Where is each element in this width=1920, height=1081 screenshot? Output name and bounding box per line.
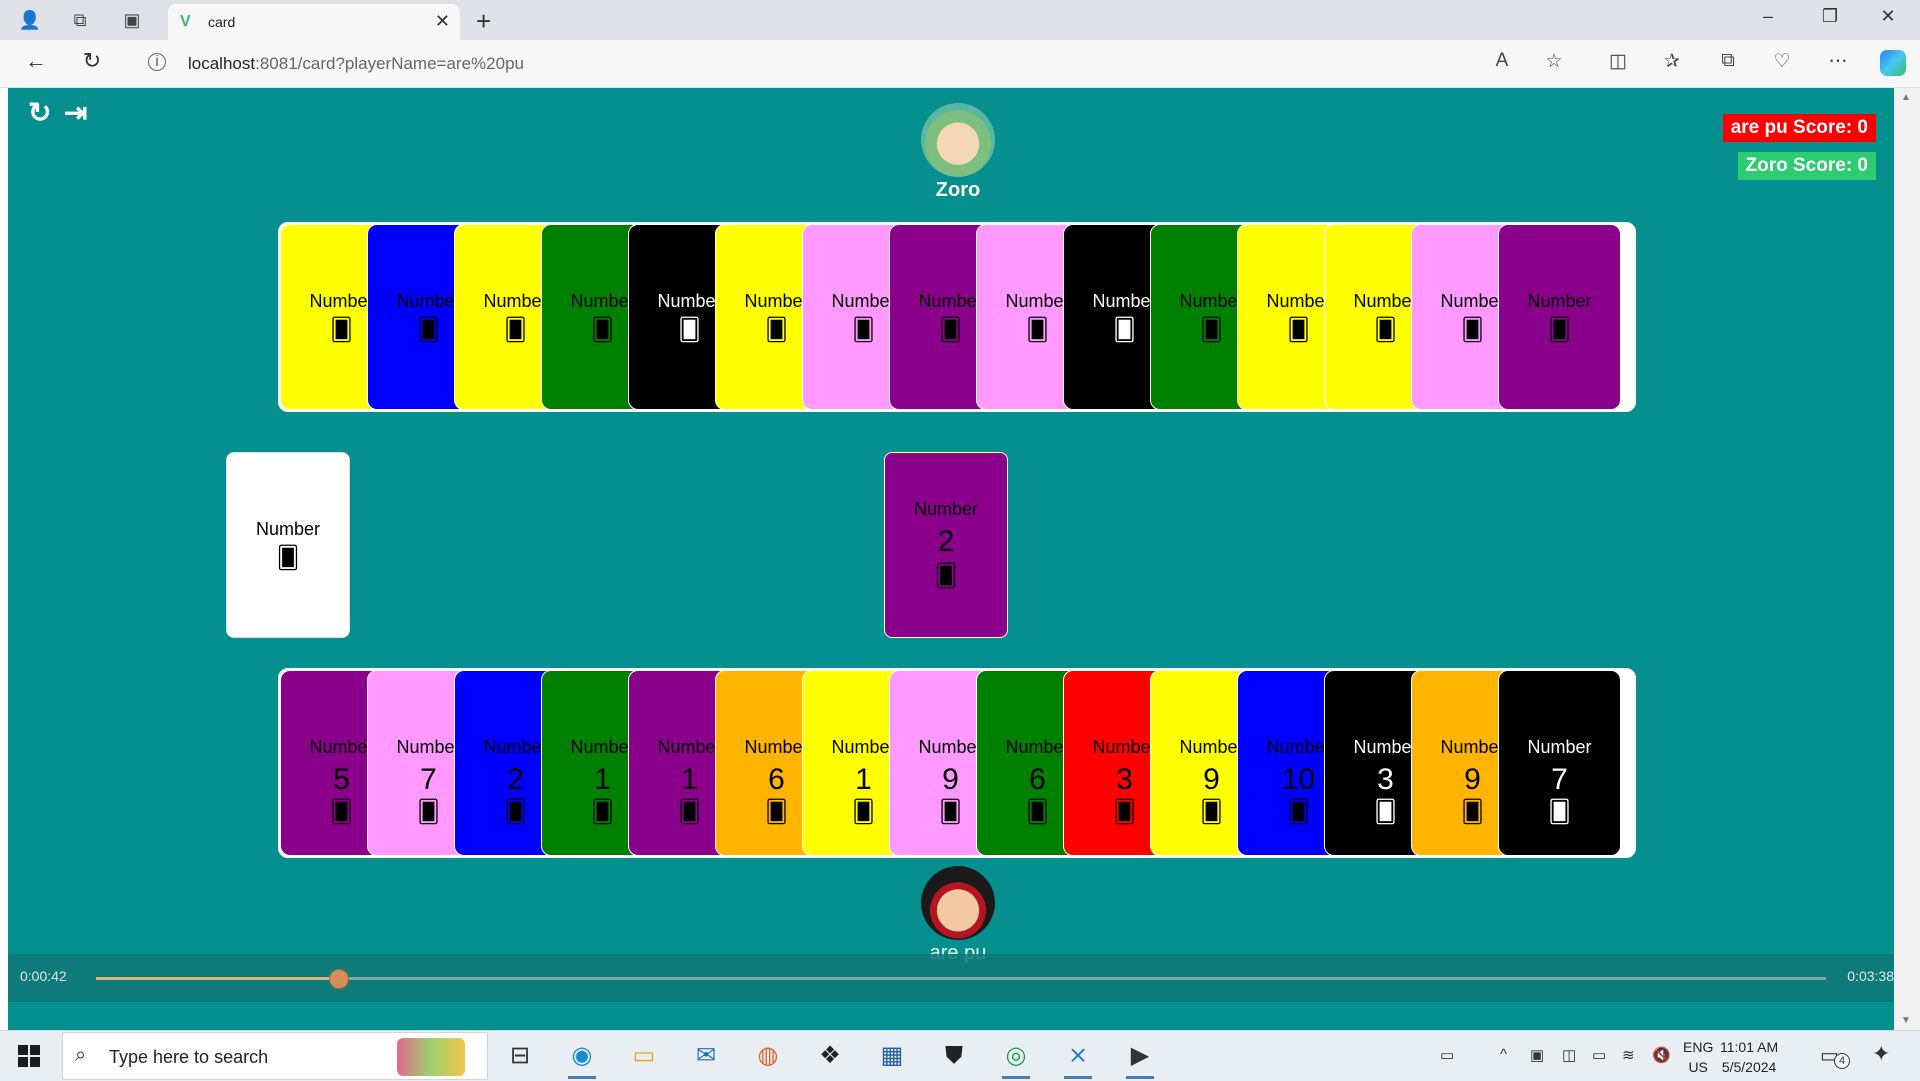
seek-track[interactable]	[96, 969, 1826, 989]
opponent-player: Zoro	[908, 103, 1008, 202]
chrome-icon[interactable]: ◎	[998, 1039, 1034, 1079]
tab-card[interactable]: V card ✕	[168, 4, 460, 40]
collections-icon[interactable]: ⧉	[1714, 50, 1742, 72]
deck-card-kind: Number	[255, 519, 321, 539]
opponent-hand: Number 🂠 Number 🂠 Number 🂠 Number 🂠 Number 🂠 Numbe…	[278, 222, 1636, 412]
copilot-taskbar-icon[interactable]: ✦	[1872, 1041, 1890, 1067]
system-clock[interactable]: 11:01 AM 5/5/2024	[1720, 1037, 1778, 1077]
scroll-down-icon[interactable]: ▼	[1901, 1015, 1911, 1026]
url-text: localhost:8081/card?playerName=are%20pu	[188, 54, 524, 73]
vue-favicon-icon: V	[180, 13, 191, 30]
more-menu-icon[interactable]: ⋯	[1824, 50, 1852, 73]
camera-icon[interactable]: ◫	[1562, 1046, 1576, 1064]
elapsed-time: 0:00:42	[20, 968, 67, 984]
current-player: are pu	[908, 866, 1008, 965]
discard-pile-card: Number 2 🂠	[884, 452, 1008, 638]
opponent-avatar	[921, 103, 995, 177]
back-icon[interactable]: ←	[20, 48, 52, 74]
tab-title: card	[208, 14, 236, 30]
card-kind: Number	[1527, 291, 1592, 311]
volume-muted-icon[interactable]: 🔇	[1652, 1046, 1671, 1064]
card-kind: Number	[1527, 737, 1592, 757]
card-value: 7	[1551, 763, 1568, 796]
dropbox-icon[interactable]: ❖	[812, 1039, 848, 1073]
game-page: ↻ ⇥ are pu Score: 0 Zoro Score: 0 Zoro N…	[8, 88, 1894, 1030]
restart-icon[interactable]: ↻	[28, 96, 51, 129]
lang-code: ENG	[1683, 1039, 1714, 1055]
cards-icon: 🂠	[1548, 317, 1571, 342]
discard-card-value: 2	[937, 525, 955, 558]
restore-icon[interactable]: ❐	[1810, 6, 1850, 27]
windows-start-icon[interactable]	[18, 1045, 40, 1067]
battery-icon[interactable]: ▭	[1592, 1046, 1606, 1064]
file-explorer-icon[interactable]: ▭	[626, 1039, 662, 1073]
profile-icon[interactable]: 👤	[18, 8, 42, 32]
lang-region: US	[1688, 1059, 1708, 1075]
site-info-icon[interactable]: i	[148, 53, 166, 71]
firefox-icon[interactable]: ◍	[750, 1039, 786, 1073]
vscode-icon[interactable]: ⨯	[1060, 1039, 1096, 1079]
clock-date: 5/5/2024	[1721, 1059, 1777, 1075]
close-window-icon[interactable]: ✕	[1868, 6, 1908, 27]
reload-icon[interactable]: ↻	[76, 48, 108, 74]
search-placeholder: Type here to search	[109, 1047, 269, 1067]
mail-icon[interactable]: ✉	[688, 1039, 724, 1073]
search-highlight-icon	[397, 1038, 465, 1076]
security-shield-icon[interactable]: ⛊	[936, 1039, 972, 1073]
browser-toolbar: ← ↻ i localhost:8081/card?playerName=are…	[0, 40, 1920, 88]
seek-thumb[interactable]	[329, 969, 350, 989]
read-aloud-icon[interactable]: A	[1488, 50, 1516, 72]
wifi-icon[interactable]: ≋	[1622, 1046, 1635, 1064]
notification-center-icon[interactable]: ▭ 4	[1820, 1043, 1850, 1069]
cards-icon: 🂠	[1548, 799, 1571, 824]
input-language[interactable]: ENG US	[1683, 1037, 1713, 1077]
player-card[interactable]: Number 7 🂠	[1498, 670, 1621, 856]
split-screen-icon[interactable]: ◫	[1604, 50, 1632, 73]
new-tab-icon[interactable]: +	[476, 6, 491, 37]
discard-card-kind: Number	[913, 499, 979, 519]
browser-essentials-icon[interactable]: ♡	[1768, 50, 1796, 73]
seek-progress	[96, 977, 339, 980]
store-app-icon[interactable]: ▦	[874, 1039, 910, 1073]
address-bar[interactable]: i localhost:8081/card?playerName=are%20p…	[146, 46, 1476, 80]
edge-icon[interactable]: ◉	[564, 1039, 600, 1079]
total-time: 0:03:38	[1847, 968, 1894, 984]
opponent-name: Zoro	[935, 179, 981, 201]
network-app-icon[interactable]: ▣	[1530, 1046, 1544, 1064]
cards-icon: 🂠	[934, 563, 958, 588]
minimize-icon[interactable]: –	[1748, 6, 1788, 27]
favorites-icon[interactable]: ✰	[1658, 50, 1686, 73]
vertical-tabs-icon[interactable]: ▣	[120, 8, 144, 32]
keyboard-icon[interactable]: ▭	[1440, 1046, 1454, 1064]
player-score-badge: are pu Score: 0	[1722, 114, 1876, 142]
player-avatar	[921, 866, 995, 940]
task-view-icon[interactable]: ⊟	[502, 1039, 538, 1073]
close-tab-icon[interactable]: ✕	[435, 11, 450, 32]
cards-icon: 🂠	[276, 545, 300, 570]
scroll-up-icon[interactable]: ▲	[1901, 92, 1911, 103]
notification-count: 4	[1834, 1053, 1850, 1069]
logout-icon[interactable]: ⇥	[64, 96, 87, 129]
page-scrollbar[interactable]: ▲ ▼	[1894, 88, 1920, 1030]
windows-taskbar: ⌕ Type here to search ⊟ ◉ ▭ ✉ ◍ ❖ ▦ ⛊ ◎ …	[0, 1030, 1920, 1081]
show-hidden-icons[interactable]: ^	[1500, 1046, 1507, 1063]
player-hand: Number 5 🂠 Number 7 🂠 Number 2 🂠 Number 1 🂠 Number 1 🂠…	[278, 668, 1636, 858]
video-player-bar: 0:00:42 0:03:38	[8, 954, 1894, 1002]
video-player-icon[interactable]: ▶	[1122, 1039, 1158, 1079]
search-icon: ⌕	[75, 1044, 87, 1066]
browser-titlebar: 👤 ⧉ ▣ V card ✕ + – ❐ ✕	[0, 0, 1920, 40]
clock-time: 11:01 AM	[1720, 1039, 1779, 1055]
draw-pile-card[interactable]: Number 🂠	[226, 452, 350, 638]
taskbar-search-box[interactable]: ⌕ Type here to search	[62, 1032, 488, 1080]
favorite-star-icon[interactable]: ☆	[1540, 50, 1568, 73]
opponent-score-badge: Zoro Score: 0	[1737, 152, 1876, 180]
opponent-card: Number 🂠	[1498, 224, 1621, 410]
copilot-icon[interactable]	[1880, 50, 1906, 76]
workspaces-icon[interactable]: ⧉	[68, 8, 92, 32]
